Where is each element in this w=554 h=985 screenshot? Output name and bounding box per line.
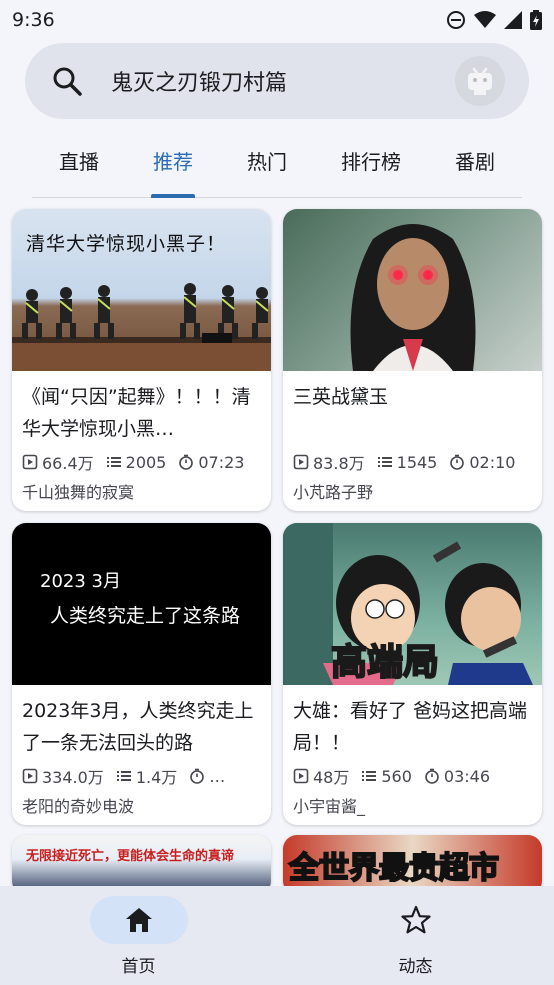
danmaku-count-icon xyxy=(116,771,131,781)
view-count: 66.4万 xyxy=(42,454,94,473)
category-tabs: 直播 推荐 热门 排行榜 番剧 xyxy=(32,134,522,198)
star-icon xyxy=(400,905,431,934)
video-duration: … xyxy=(209,766,226,786)
uploader-name[interactable]: 老阳的奇妙电波 xyxy=(22,793,261,816)
search-query-text[interactable]: 鬼灭之刃锻刀村篇 xyxy=(111,65,455,97)
danmaku-count-icon xyxy=(106,457,121,467)
danmaku-count-icon xyxy=(377,457,392,467)
do-not-disturb-icon xyxy=(447,11,465,29)
thumbnail-caption: 人类终究走上了这条路 xyxy=(50,605,241,627)
danmaku-count: 1545 xyxy=(396,452,438,472)
tab-rankings[interactable]: 排行榜 xyxy=(341,134,401,198)
danmaku-count-icon xyxy=(362,771,377,781)
bilibili-tv-icon xyxy=(468,67,492,95)
dancers-illustration xyxy=(12,283,271,371)
tab-popular[interactable]: 热门 xyxy=(247,134,287,198)
cellular-signal-icon xyxy=(504,11,522,29)
danmaku-count: 560 xyxy=(381,766,412,786)
duration-timer-icon xyxy=(179,454,194,470)
nav-dynamic[interactable]: 动态 xyxy=(277,886,554,985)
play-count-icon xyxy=(22,454,38,470)
status-icons xyxy=(446,10,542,30)
duration-timer-icon xyxy=(190,768,205,784)
search-bar[interactable]: 鬼灭之刃锻刀村篇 xyxy=(25,43,529,119)
video-thumbnail[interactable] xyxy=(283,209,542,371)
video-thumbnail[interactable]: 高端局 xyxy=(283,523,542,685)
video-meta: 48万 560 03:46 xyxy=(293,765,532,787)
bottom-navigation: 首页 动态 xyxy=(0,886,554,985)
video-duration: 03:46 xyxy=(443,766,491,786)
video-meta: 334.0万 1.4万 … xyxy=(22,765,261,787)
portrait-illustration xyxy=(350,224,476,371)
video-title[interactable]: 大雄：看好了 爸妈这把高端局！！ xyxy=(293,695,532,759)
danmaku-count: 2005 xyxy=(125,452,167,472)
thumbnail-caption: 无限接近死亡，更能体会生命的真谛 xyxy=(26,849,235,864)
video-title[interactable]: 《闻“只因”起舞》！！！清华大学惊现小黑… xyxy=(22,381,261,445)
search-icon[interactable] xyxy=(51,65,83,97)
video-duration: 07:23 xyxy=(198,452,245,472)
nav-home-label[interactable]: 首页 xyxy=(122,952,156,977)
video-card[interactable]: 高端局 大雄：看好了 爸妈这把高端局！！ 48万 560 03:46 小宇宙酱_ xyxy=(283,523,542,825)
nav-dynamic-pill[interactable] xyxy=(367,896,465,944)
status-bar: 9:36 xyxy=(0,0,554,40)
video-meta: 66.4万 2005 07:23 xyxy=(22,451,261,473)
tab-live[interactable]: 直播 xyxy=(59,134,99,198)
video-title[interactable]: 2023年3月，人类终究走上了一条无法回头的路 xyxy=(22,695,261,759)
video-thumbnail[interactable]: 清华大学惊现小黑子！ xyxy=(12,209,271,371)
nav-dynamic-label[interactable]: 动态 xyxy=(399,952,433,977)
uploader-name[interactable]: 小芃路子野 xyxy=(293,479,532,502)
tab-recommended[interactable]: 推荐 xyxy=(151,134,195,198)
uploader-name[interactable]: 小宇宙酱_ xyxy=(293,793,532,816)
play-count-icon xyxy=(22,768,38,784)
avatar[interactable] xyxy=(455,56,505,106)
tab-anime[interactable]: 番剧 xyxy=(455,134,495,198)
view-count: 83.8万 xyxy=(313,454,365,473)
video-duration: 02:10 xyxy=(469,452,516,472)
view-count: 334.0万 xyxy=(42,768,104,787)
thumbnail-caption-date: 2023 3月 xyxy=(40,571,121,592)
uploader-name[interactable]: 千山独舞的寂寞 xyxy=(22,479,261,502)
danmaku-count: 1.4万 xyxy=(135,768,178,787)
status-time: 9:36 xyxy=(12,9,55,31)
video-meta: 83.8万 1545 02:10 xyxy=(293,451,532,473)
thumbnail-caption: 全世界最贵超市 xyxy=(288,850,500,887)
nav-home[interactable]: 首页 xyxy=(0,886,277,985)
duration-timer-icon xyxy=(450,454,465,470)
video-thumbnail[interactable]: 2023 3月 人类终究走上了这条路 xyxy=(12,523,271,685)
play-count-icon xyxy=(293,768,309,784)
view-count: 48万 xyxy=(313,768,350,787)
battery-charging-icon xyxy=(530,10,542,30)
nav-home-pill[interactable] xyxy=(89,896,188,944)
thumbnail-caption: 高端局 xyxy=(330,641,440,684)
duration-timer-icon xyxy=(425,768,439,784)
video-card[interactable]: 2023 3月 人类终究走上了这条路 2023年3月，人类终究走上了一条无法回头… xyxy=(12,523,271,825)
wifi-icon xyxy=(474,11,496,28)
video-title[interactable]: 三英战黛玉 xyxy=(293,381,532,445)
home-icon xyxy=(125,908,152,932)
video-card[interactable]: 三英战黛玉 83.8万 1545 02:10 小芃路子野 xyxy=(283,209,542,511)
play-count-icon xyxy=(293,454,309,470)
video-card[interactable]: 清华大学惊现小黑子！ 《闻“只因”起舞》！！！清华大学惊现小黑… 66.4万 2… xyxy=(12,209,271,511)
